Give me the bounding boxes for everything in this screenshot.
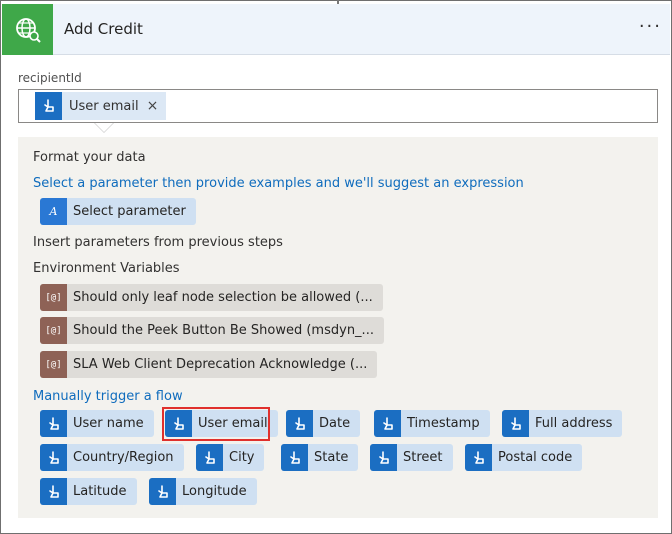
insert-parameters-heading: Insert parameters from previous steps bbox=[33, 235, 283, 250]
env-variable-label: Should the Peek Button Be Showed (msdyn_… bbox=[73, 323, 374, 338]
manual-trigger-icon bbox=[149, 478, 176, 505]
token-timestamp[interactable]: Timestamp bbox=[374, 410, 490, 437]
token-label: Timestamp bbox=[407, 416, 480, 431]
token-label: City bbox=[229, 450, 255, 465]
env-variable-item[interactable]: [@] Should the Peek Button Be Showed (ms… bbox=[40, 317, 384, 344]
user-email-input-token[interactable]: User email × bbox=[35, 92, 167, 120]
expression-icon: A bbox=[40, 198, 67, 225]
token-label: User email bbox=[69, 98, 139, 114]
token-latitude[interactable]: Latitude bbox=[40, 478, 137, 505]
token-state[interactable]: State bbox=[281, 444, 359, 471]
selection-highlight-box bbox=[162, 407, 270, 441]
env-variable-label: SLA Web Client Deprecation Acknowledge (… bbox=[73, 357, 368, 372]
token-longitude[interactable]: Longitude bbox=[149, 478, 257, 505]
env-variable-label: Should only leaf node selection be allow… bbox=[73, 290, 373, 305]
select-parameter-button[interactable]: A Select parameter bbox=[40, 198, 196, 225]
dropdown-caret bbox=[95, 123, 113, 132]
token-label: Full address bbox=[535, 416, 613, 431]
manual-trigger-icon bbox=[35, 92, 62, 120]
token-city[interactable]: City bbox=[196, 444, 265, 471]
token-label: Postal code bbox=[498, 450, 573, 465]
token-label: User name bbox=[73, 416, 144, 431]
token-full-address[interactable]: Full address bbox=[502, 410, 623, 437]
token-country-region[interactable]: Country/Region bbox=[40, 444, 184, 471]
env-variable-item[interactable]: [@] Should only leaf node selection be a… bbox=[40, 284, 383, 311]
token-postal-code[interactable]: Postal code bbox=[465, 444, 583, 471]
globe-search-icon bbox=[2, 4, 53, 55]
select-parameter-label: Select parameter bbox=[73, 204, 186, 219]
action-card-header[interactable]: Add Credit ··· bbox=[2, 4, 670, 55]
variable-icon: [@] bbox=[40, 284, 67, 311]
manual-trigger-icon bbox=[370, 444, 397, 471]
token-label: Longitude bbox=[182, 484, 247, 499]
format-data-heading: Format your data bbox=[33, 150, 146, 165]
action-title: Add Credit bbox=[64, 20, 143, 38]
variable-icon: [@] bbox=[40, 351, 67, 378]
recipientid-input[interactable]: User email × bbox=[18, 89, 658, 123]
token-street[interactable]: Street bbox=[370, 444, 453, 471]
more-options-button[interactable]: ··· bbox=[639, 16, 662, 37]
token-label: Latitude bbox=[73, 484, 127, 499]
manual-trigger-icon bbox=[286, 410, 313, 437]
variable-icon: [@] bbox=[40, 317, 67, 344]
remove-token-button[interactable]: × bbox=[147, 98, 159, 114]
manual-trigger-icon bbox=[374, 410, 401, 437]
env-variable-item[interactable]: [@] SLA Web Client Deprecation Acknowled… bbox=[40, 351, 378, 378]
manual-trigger-icon bbox=[40, 478, 67, 505]
environment-variables-heading: Environment Variables bbox=[33, 261, 180, 276]
manual-trigger-icon bbox=[196, 444, 223, 471]
select-parameter-link[interactable]: Select a parameter then provide examples… bbox=[33, 176, 524, 191]
manual-trigger-icon bbox=[502, 410, 529, 437]
token-label: Date bbox=[319, 416, 351, 431]
manual-trigger-icon bbox=[40, 410, 67, 437]
token-label: State bbox=[314, 450, 349, 465]
manual-trigger-icon bbox=[40, 444, 67, 471]
manual-trigger-icon bbox=[281, 444, 308, 471]
token-label: Country/Region bbox=[73, 450, 174, 465]
token-date[interactable]: Date bbox=[286, 410, 361, 437]
manual-trigger-icon bbox=[465, 444, 492, 471]
token-user-name[interactable]: User name bbox=[40, 410, 154, 437]
manually-trigger-heading[interactable]: Manually trigger a flow bbox=[33, 389, 183, 404]
token-label: Street bbox=[403, 450, 443, 465]
recipientid-label: recipientId bbox=[18, 71, 82, 85]
